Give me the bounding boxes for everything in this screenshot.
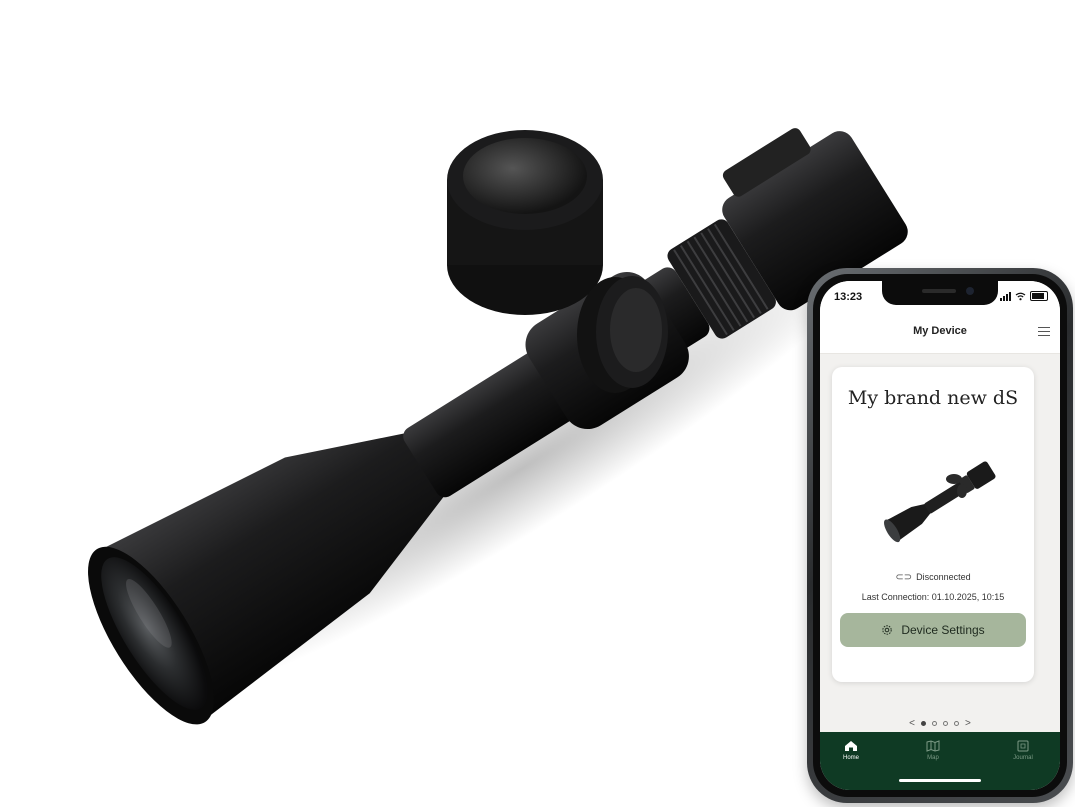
device-name: My brand new dS (847, 387, 1019, 409)
pager-next-button[interactable]: > (965, 718, 971, 729)
page-title: My Device (913, 325, 967, 337)
device-settings-label: Device Settings (901, 623, 985, 637)
speaker-grille (922, 289, 956, 293)
pager-dot-1[interactable] (921, 721, 926, 726)
phone-mockup: 13:23 My Device My brand new dS ⊂⊃ Disco… (807, 268, 1073, 803)
link-icon: ⊂⊃ (895, 572, 913, 583)
status-icons (1000, 291, 1048, 301)
last-connection: Last Connection: 01.10.2025, 10:15 (861, 592, 1005, 602)
status-time: 13:23 (834, 291, 863, 303)
wifi-icon (1015, 292, 1026, 300)
hamburger-icon[interactable] (1038, 327, 1050, 336)
pager-dot-4[interactable] (954, 721, 959, 726)
tab-map[interactable]: Map (908, 740, 958, 761)
tab-home[interactable]: Home (826, 740, 876, 761)
pager-prev-button[interactable]: < (909, 718, 915, 729)
app-header: My Device (820, 311, 1060, 354)
map-icon (926, 740, 940, 752)
phone-bezel: 13:23 My Device My brand new dS ⊂⊃ Disco… (813, 274, 1067, 797)
tab-home-label: Home (842, 755, 859, 761)
device-settings-button[interactable]: Device Settings (840, 613, 1026, 647)
front-camera (966, 287, 974, 295)
tab-journal-label: Journal (1013, 755, 1033, 761)
home-icon (845, 741, 857, 751)
journal-icon (1017, 740, 1029, 752)
connection-status: ⊂⊃ Disconnected (832, 572, 1034, 583)
pager-dot-2[interactable] (932, 721, 937, 726)
connection-status-text: Disconnected (916, 572, 971, 582)
signal-icon (1000, 291, 1011, 301)
carousel-pager: < > (820, 718, 1060, 729)
phone-screen: 13:23 My Device My brand new dS ⊂⊃ Disco… (820, 281, 1060, 790)
tab-map-label: Map (927, 755, 939, 761)
tab-bar: Home Map Journal (820, 732, 1060, 790)
phone-notch (882, 281, 998, 305)
device-thumbnail (884, 461, 996, 543)
tab-journal[interactable]: Journal (998, 740, 1048, 761)
device-card: My brand new dS ⊂⊃ Disconnected Last Con… (832, 367, 1034, 682)
battery-icon (1030, 291, 1048, 301)
pager-dot-3[interactable] (943, 721, 948, 726)
home-indicator[interactable] (899, 779, 981, 782)
gear-icon (882, 625, 893, 635)
product-composition: 13:23 My Device My brand new dS ⊂⊃ Disco… (0, 0, 1075, 807)
